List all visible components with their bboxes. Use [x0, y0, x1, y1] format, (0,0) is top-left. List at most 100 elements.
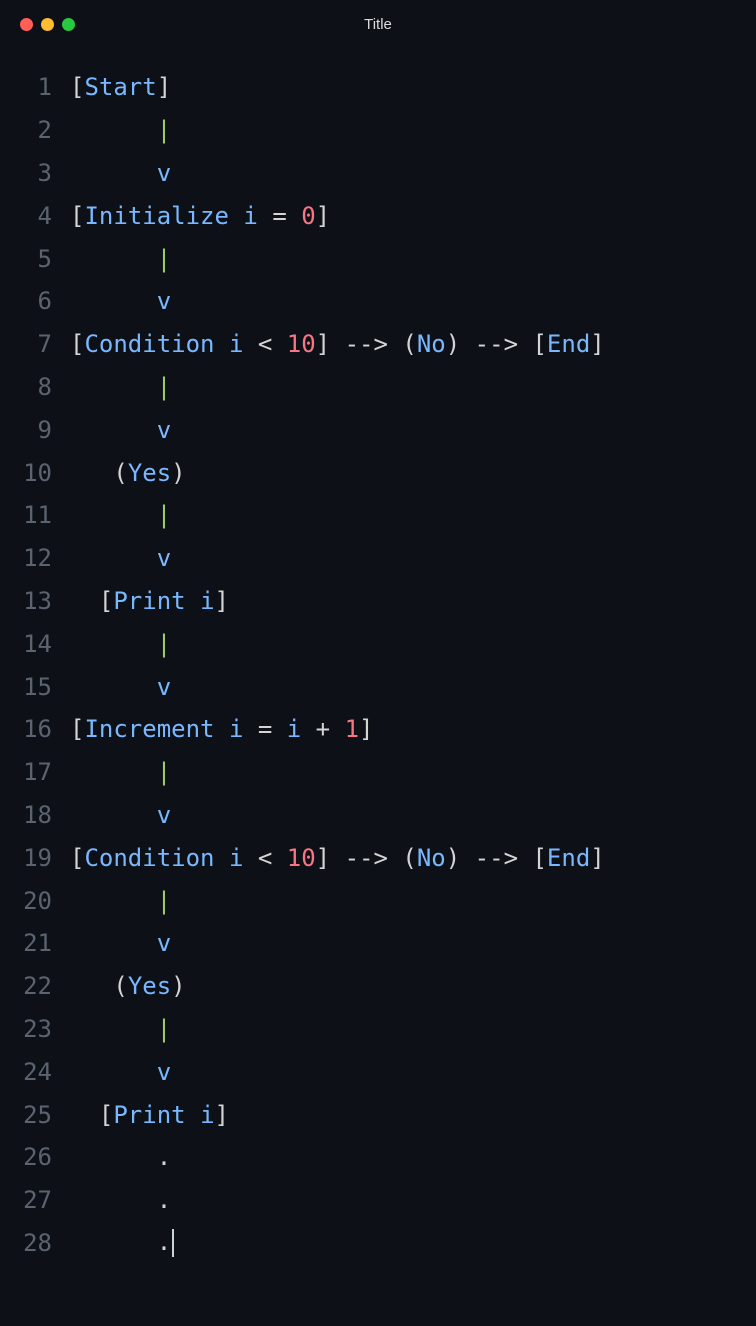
line-content[interactable]: | [70, 887, 756, 915]
line-content[interactable]: | [70, 501, 756, 529]
code-line[interactable]: 9 v [0, 408, 756, 451]
token-gt: > [504, 330, 518, 358]
token-keyword: No [417, 330, 446, 358]
token-operator: = [258, 715, 272, 743]
code-line[interactable]: 16[Increment i = i + 1] [0, 708, 756, 751]
line-content[interactable]: [Print i] [70, 1101, 756, 1129]
code-line[interactable]: 26 . [0, 1136, 756, 1179]
token-plain [70, 1228, 157, 1256]
code-line[interactable]: 21 v [0, 922, 756, 965]
code-line[interactable]: 4[Initialize i = 0] [0, 194, 756, 237]
line-content[interactable]: v [70, 287, 756, 315]
token-pipe: | [157, 373, 171, 401]
token-bracket: ] [590, 330, 604, 358]
token-bracket: [ [532, 844, 546, 872]
line-content[interactable]: v [70, 673, 756, 701]
line-content[interactable]: (Yes) [70, 972, 756, 1000]
line-content[interactable]: . [70, 1143, 756, 1171]
code-line[interactable]: 2 | [0, 109, 756, 152]
line-content[interactable]: [Start] [70, 73, 756, 101]
code-line[interactable]: 19[Condition i < 10] --> (No) --> [End] [0, 836, 756, 879]
token-ident: i [243, 202, 257, 230]
code-line[interactable]: 8 | [0, 366, 756, 409]
line-content[interactable]: v [70, 544, 756, 572]
token-paren: ) [446, 844, 460, 872]
token-paren: ) [446, 330, 460, 358]
close-button[interactable] [20, 18, 33, 31]
token-operator: = [272, 202, 286, 230]
token-arrow-v: v [157, 544, 171, 572]
line-content[interactable]: | [70, 630, 756, 658]
line-content[interactable]: [Initialize i = 0] [70, 202, 756, 230]
token-plain [70, 245, 157, 273]
token-pipe: | [157, 116, 171, 144]
line-content[interactable]: | [70, 116, 756, 144]
minimize-button[interactable] [41, 18, 54, 31]
token-plain [186, 1101, 200, 1129]
line-content[interactable]: v [70, 929, 756, 957]
line-number: 28 [0, 1229, 70, 1257]
code-line[interactable]: 17 | [0, 751, 756, 794]
token-bracket: ] [157, 73, 171, 101]
line-content[interactable]: | [70, 758, 756, 786]
code-line[interactable]: 11 | [0, 494, 756, 537]
token-dot: . [157, 1186, 171, 1214]
code-line[interactable]: 6 v [0, 280, 756, 323]
code-line[interactable]: 24 v [0, 1050, 756, 1093]
code-line[interactable]: 27 . [0, 1179, 756, 1222]
token-arrow-v: v [157, 159, 171, 187]
line-content[interactable]: [Increment i = i + 1] [70, 715, 756, 743]
code-line[interactable]: 10 (Yes) [0, 451, 756, 494]
token-bracket: [ [532, 330, 546, 358]
line-content[interactable]: [Print i] [70, 587, 756, 615]
line-content[interactable]: v [70, 416, 756, 444]
line-content[interactable]: | [70, 245, 756, 273]
code-line[interactable]: 14 | [0, 622, 756, 665]
line-content[interactable]: (Yes) [70, 459, 756, 487]
line-content[interactable]: . [70, 1186, 756, 1214]
code-line[interactable]: 28 . [0, 1222, 756, 1265]
maximize-button[interactable] [62, 18, 75, 31]
token-keyword: End [547, 330, 590, 358]
code-line[interactable]: 1[Start] [0, 66, 756, 109]
line-content[interactable]: v [70, 801, 756, 829]
code-line[interactable]: 5 | [0, 237, 756, 280]
token-bracket: [ [70, 715, 84, 743]
token-paren: ( [113, 972, 127, 1000]
code-line[interactable]: 20 | [0, 879, 756, 922]
token-number: 1 [345, 715, 359, 743]
code-line[interactable]: 18 v [0, 794, 756, 837]
token-plain [243, 715, 257, 743]
code-line[interactable]: 7[Condition i < 10] --> (No) --> [End] [0, 323, 756, 366]
token-keyword: Initialize [84, 202, 229, 230]
code-line[interactable]: 13 [Print i] [0, 580, 756, 623]
code-line[interactable]: 3 v [0, 152, 756, 195]
token-gt: > [504, 844, 518, 872]
line-content[interactable]: v [70, 1058, 756, 1086]
token-plain [70, 673, 157, 701]
line-number: 17 [0, 758, 70, 786]
token-plain [330, 330, 344, 358]
line-content[interactable]: | [70, 1015, 756, 1043]
code-line[interactable]: 22 (Yes) [0, 965, 756, 1008]
token-plain [215, 844, 229, 872]
token-plain [70, 1143, 157, 1171]
token-plain [272, 330, 286, 358]
line-content[interactable]: v [70, 159, 756, 187]
code-line[interactable]: 23 | [0, 1008, 756, 1051]
code-line[interactable]: 12 v [0, 537, 756, 580]
token-operator: < [258, 330, 272, 358]
line-content[interactable]: [Condition i < 10] --> (No) --> [End] [70, 844, 756, 872]
code-line[interactable]: 25 [Print i] [0, 1093, 756, 1136]
code-line[interactable]: 15 v [0, 665, 756, 708]
line-number: 22 [0, 972, 70, 1000]
code-editor[interactable]: 1[Start]2 |3 v4[Initialize i = 0]5 |6 v7… [0, 48, 756, 1264]
token-plain [70, 116, 157, 144]
line-number: 2 [0, 116, 70, 144]
token-ident: i [287, 715, 301, 743]
line-content[interactable]: [Condition i < 10] --> (No) --> [End] [70, 330, 756, 358]
line-content[interactable]: | [70, 373, 756, 401]
line-content[interactable]: . [70, 1228, 756, 1257]
token-plain [70, 501, 157, 529]
line-number: 7 [0, 330, 70, 358]
